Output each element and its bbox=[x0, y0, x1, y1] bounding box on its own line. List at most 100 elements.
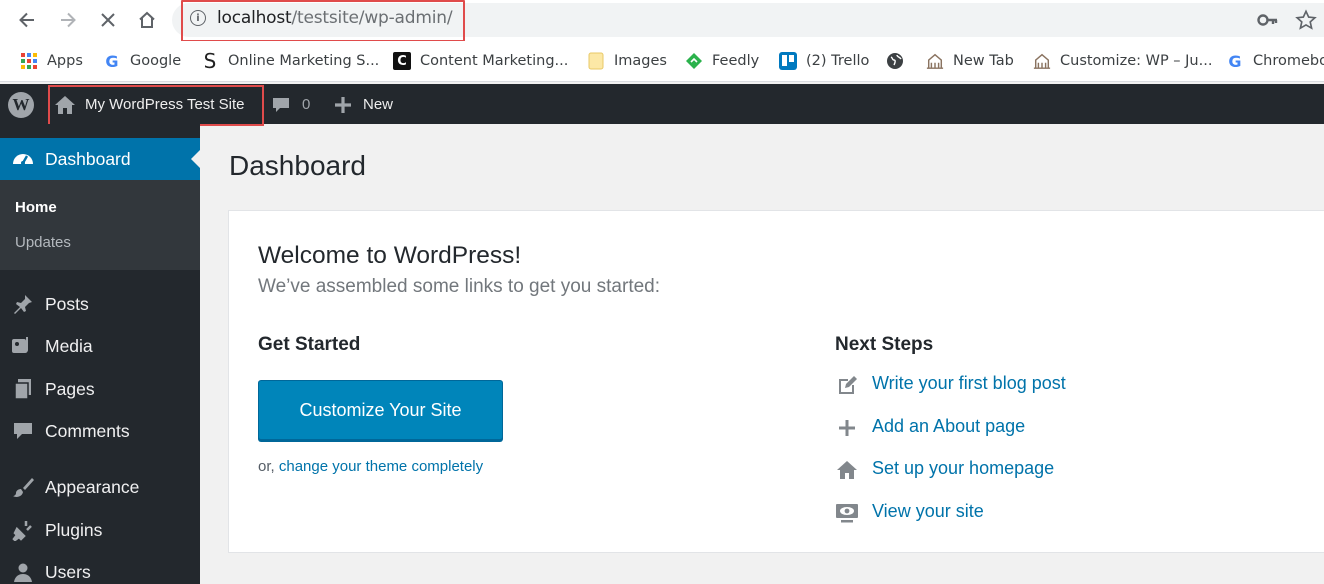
building-icon bbox=[926, 52, 944, 70]
get-started-heading: Get Started bbox=[258, 334, 361, 355]
submenu-updates[interactable]: Updates bbox=[15, 234, 71, 251]
bookmark-label: Chromebo bbox=[1253, 53, 1324, 69]
menu-item-comments[interactable]: Comments bbox=[0, 414, 200, 448]
next-step-about-page[interactable]: Add an About page bbox=[835, 414, 1095, 440]
plus-icon bbox=[835, 416, 859, 440]
menu-item-plugins[interactable]: Plugins bbox=[0, 513, 200, 547]
bookmark-globe[interactable] bbox=[886, 51, 913, 71]
step-label: Write your first blog post bbox=[872, 373, 1066, 393]
customize-site-button[interactable]: Customize Your Site bbox=[258, 380, 503, 440]
menu-item-users[interactable]: Users bbox=[0, 555, 200, 584]
menu-label: Media bbox=[45, 335, 93, 356]
menu-label: Appearance bbox=[45, 476, 140, 497]
edit-icon bbox=[835, 373, 859, 397]
menu-item-media[interactable]: Media bbox=[0, 329, 200, 363]
bookmark-label: Feedly bbox=[712, 53, 760, 69]
media-icon bbox=[11, 334, 35, 358]
change-theme-line: or, change your theme completely bbox=[258, 458, 483, 475]
bookmark-label: Customize: WP – Ju... bbox=[1060, 53, 1213, 69]
bookmark-label: Images bbox=[614, 53, 667, 69]
star-icon[interactable] bbox=[1295, 9, 1317, 31]
home-button[interactable] bbox=[135, 8, 159, 32]
c-logo-icon: C bbox=[393, 52, 411, 70]
next-step-view-site[interactable]: View your site bbox=[835, 499, 1095, 525]
bookmark-google[interactable]: G Google bbox=[103, 51, 181, 71]
trello-icon bbox=[779, 52, 797, 70]
forward-button[interactable] bbox=[56, 8, 80, 32]
bookmark-online-marketing[interactable]: S Online Marketing S... bbox=[201, 49, 380, 73]
url-highlight-box bbox=[181, 0, 465, 42]
menu-label: Pages bbox=[45, 378, 95, 399]
bookmark-label: Google bbox=[130, 53, 182, 69]
current-menu-arrow bbox=[191, 150, 200, 168]
page-title: Dashboard bbox=[229, 150, 366, 181]
menu-label: Posts bbox=[45, 293, 89, 314]
brush-icon bbox=[11, 475, 35, 499]
next-steps-heading: Next Steps bbox=[835, 334, 934, 355]
pages-icon bbox=[11, 377, 35, 401]
bookmark-images[interactable]: Images bbox=[587, 51, 667, 71]
wordpress-logo-icon[interactable]: W bbox=[8, 92, 34, 118]
bookmark-label: (2) Trello bbox=[806, 53, 870, 69]
menu-item-dashboard[interactable]: Dashboard bbox=[0, 138, 200, 180]
theme-prefix: or, bbox=[258, 458, 275, 475]
welcome-subtitle: We’ve assembled some links to get you st… bbox=[258, 276, 661, 297]
back-button[interactable] bbox=[15, 8, 39, 32]
step-label: Set up your homepage bbox=[872, 458, 1055, 478]
comment-count[interactable]: 0 bbox=[302, 96, 310, 113]
plug-icon bbox=[11, 518, 35, 542]
close-icon bbox=[101, 13, 115, 27]
step-label: Add an About page bbox=[872, 416, 1026, 436]
step-label: View your site bbox=[872, 501, 984, 521]
bookmark-feedly[interactable]: Feedly bbox=[685, 51, 759, 71]
bookmark-content-marketing[interactable]: C Content Marketing... bbox=[393, 51, 568, 71]
dashboard-submenu: Home Updates bbox=[0, 180, 200, 270]
bookmark-label: Online Marketing S... bbox=[228, 53, 380, 69]
new-content-button[interactable]: New bbox=[363, 96, 393, 113]
key-icon[interactable] bbox=[1256, 10, 1278, 30]
feedly-icon bbox=[685, 52, 703, 70]
menu-label: Users bbox=[45, 561, 91, 582]
comment-icon bbox=[11, 419, 35, 443]
stop-button[interactable] bbox=[96, 8, 120, 32]
menu-label: Comments bbox=[45, 420, 130, 441]
menu-label: Dashboard bbox=[45, 149, 131, 169]
bookmark-new-tab[interactable]: New Tab bbox=[926, 51, 1014, 71]
next-step-write-post[interactable]: Write your first blog post bbox=[835, 371, 1095, 397]
apps-grid-icon bbox=[20, 52, 38, 70]
bookmark-trello[interactable]: (2) Trello bbox=[779, 51, 869, 71]
dashboard-gauge-icon bbox=[11, 147, 35, 171]
change-theme-link[interactable]: change your theme completely bbox=[279, 458, 483, 475]
admin-sidebar: Dashboard Home Updates Posts Media Pages… bbox=[0, 124, 200, 584]
submenu-home[interactable]: Home bbox=[15, 199, 57, 216]
menu-label: Plugins bbox=[45, 519, 103, 540]
comment-icon[interactable] bbox=[271, 95, 291, 115]
google-icon: G bbox=[105, 51, 119, 71]
bookmark-chromebook[interactable]: G Chromebo bbox=[1226, 51, 1324, 71]
bookmarks-bar: Apps G Google S Online Marketing S... C … bbox=[0, 41, 1324, 82]
google-icon: G bbox=[1228, 51, 1242, 71]
user-icon bbox=[11, 560, 35, 584]
s-logo-icon: S bbox=[203, 49, 217, 73]
bookmark-label: Apps bbox=[47, 53, 83, 69]
home-icon bbox=[835, 458, 859, 482]
menu-item-appearance[interactable]: Appearance bbox=[0, 470, 200, 504]
home-outline-icon bbox=[139, 11, 155, 28]
globe-icon bbox=[886, 52, 904, 70]
welcome-title: Welcome to WordPress! bbox=[258, 242, 522, 269]
menu-item-pages[interactable]: Pages bbox=[0, 372, 200, 406]
building-icon bbox=[1033, 52, 1051, 70]
plus-icon[interactable] bbox=[334, 96, 352, 114]
forward-arrow-icon bbox=[61, 12, 76, 28]
bookmark-apps[interactable]: Apps bbox=[20, 51, 83, 71]
next-step-homepage[interactable]: Set up your homepage bbox=[835, 456, 1095, 482]
menu-item-posts[interactable]: Posts bbox=[0, 287, 200, 321]
site-name-highlight-box bbox=[48, 85, 264, 126]
bookmark-customize-wp[interactable]: Customize: WP – Ju... bbox=[1033, 51, 1212, 71]
bookmark-label: New Tab bbox=[953, 53, 1014, 69]
view-site-icon bbox=[835, 501, 859, 525]
folder-icon bbox=[587, 52, 605, 70]
bookmark-label: Content Marketing... bbox=[420, 53, 569, 69]
pin-icon bbox=[11, 292, 35, 316]
back-arrow-icon bbox=[19, 12, 34, 28]
